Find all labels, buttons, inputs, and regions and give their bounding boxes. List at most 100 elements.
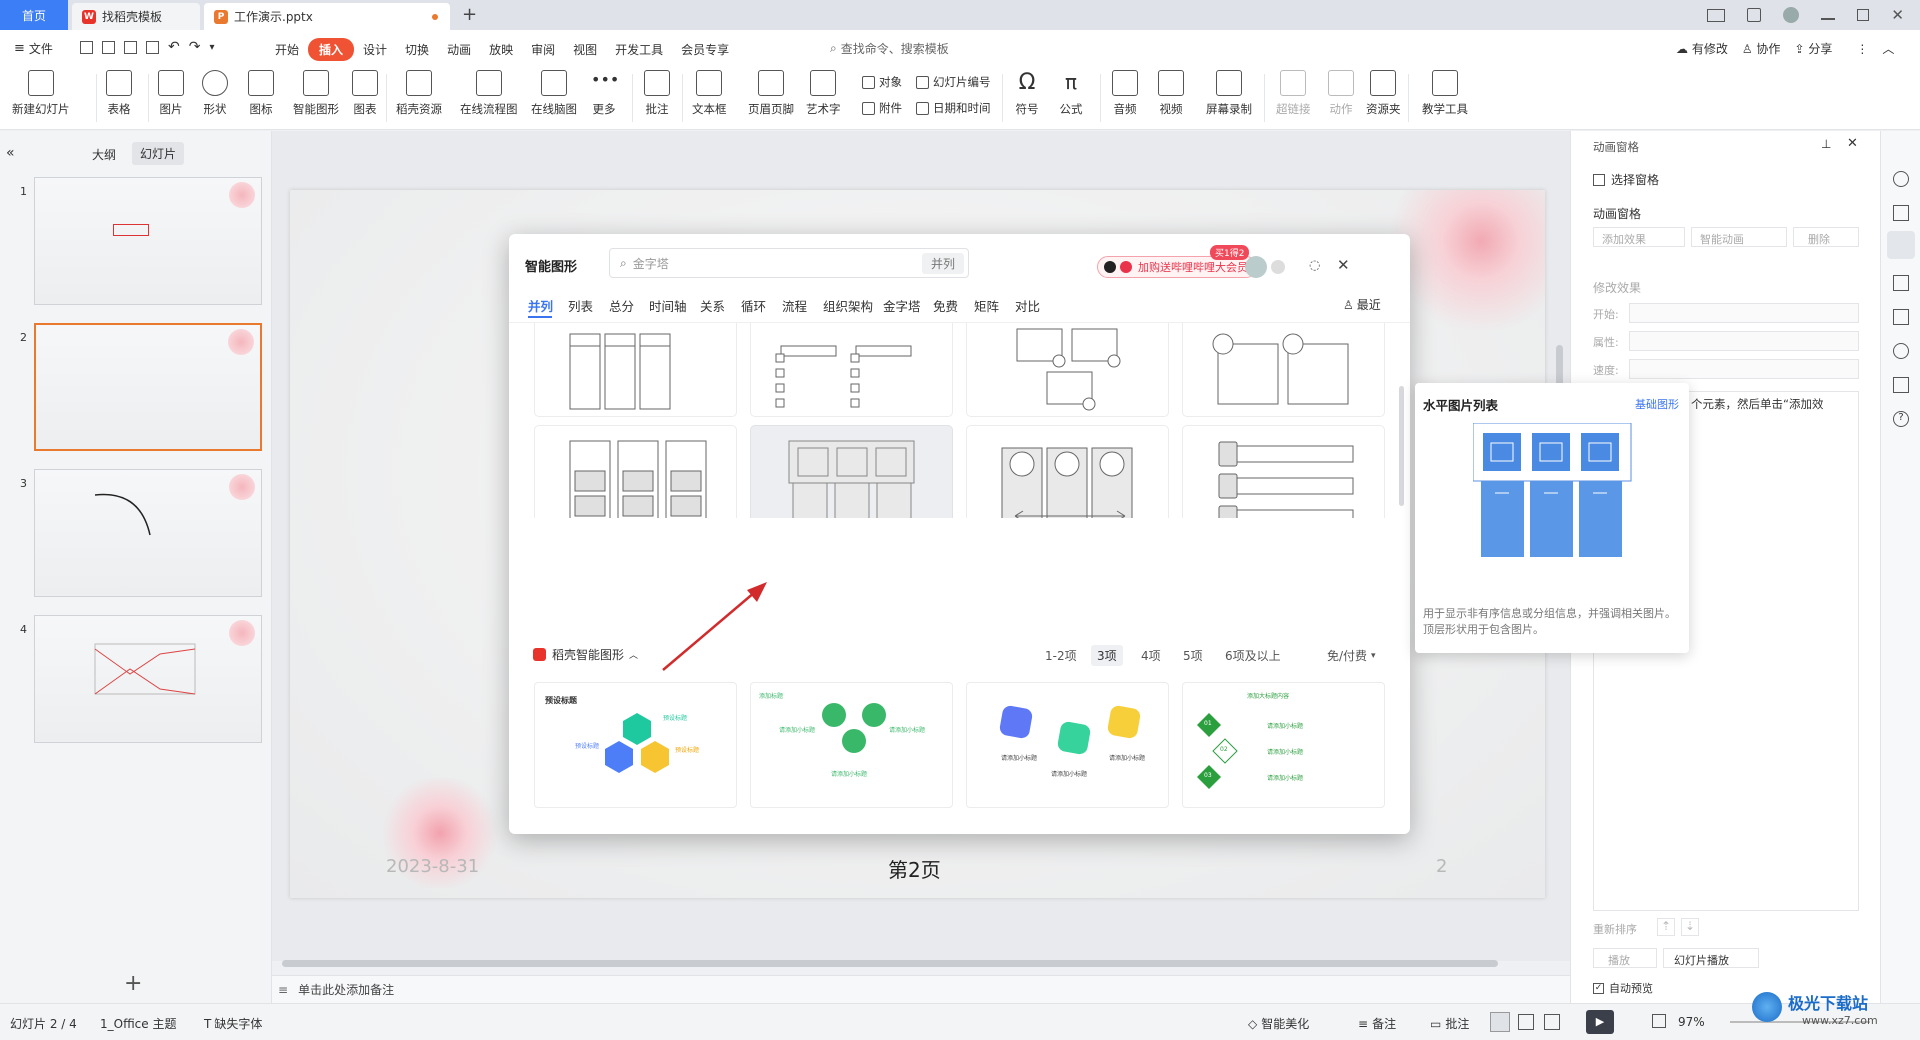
docer-template-card[interactable]: 添加标题 请添加小标题 请添加小标题 请添加小标题 <box>750 682 953 808</box>
modified-button[interactable]: ☁ 有修改 <box>1676 40 1728 57</box>
wordart-button[interactable]: 艺术字 <box>806 70 841 117</box>
menu-item-insert[interactable]: 插入 <box>308 38 355 61</box>
restore-icon[interactable] <box>1857 9 1870 21</box>
slide-thumbnail-2[interactable] <box>34 323 262 451</box>
chart-button[interactable]: 图表 <box>352 70 378 117</box>
more-options-icon[interactable]: ⋮ <box>1856 42 1868 56</box>
apps-grid-icon[interactable] <box>1747 8 1762 22</box>
category-pyramid[interactable]: 金字塔 <box>883 296 921 315</box>
more-button[interactable]: ••• 更多 <box>591 70 619 117</box>
animation-tool-icon[interactable] <box>1887 231 1915 259</box>
category-matrix[interactable]: 矩阵 <box>974 296 999 315</box>
symbol-button[interactable]: Ω 符号 <box>1014 70 1040 117</box>
reading-view-icon[interactable] <box>1544 1014 1560 1030</box>
design-icon[interactable] <box>1893 171 1909 187</box>
category-list[interactable]: 列表 <box>568 296 593 315</box>
speed-select[interactable] <box>1629 359 1859 379</box>
play-slideshow-icon[interactable]: ▶ <box>1586 1010 1614 1034</box>
graphic-template-card[interactable] <box>534 425 737 518</box>
menu-item-design[interactable]: 设计 <box>354 41 396 58</box>
transition-icon[interactable] <box>1893 275 1909 291</box>
menu-item-transition[interactable]: 切换 <box>396 41 438 58</box>
location-icon[interactable] <box>1893 343 1909 359</box>
object-button[interactable]: 对象 <box>862 74 902 90</box>
menu-item-review[interactable]: 审阅 <box>522 41 564 58</box>
mindmap-button[interactable]: 在线脑图 <box>531 70 577 117</box>
count-filter-6plus[interactable]: 6项及以上 <box>1225 647 1281 664</box>
user-avatar[interactable] <box>1783 7 1800 23</box>
pane-header[interactable]: 动画窗格 <box>1593 139 1639 155</box>
ai-icon[interactable] <box>1893 309 1909 325</box>
undo-icon[interactable]: ↶ <box>168 39 180 55</box>
comment-toggle[interactable]: ▭ 批注 <box>1430 1015 1469 1032</box>
theme-name[interactable]: 1_Office 主题 <box>100 1015 176 1032</box>
smart-animation-button[interactable]: 智能动画 <box>1691 227 1787 247</box>
docer-template-card[interactable]: 请添加小标题 请添加小标题 请添加小标题 <box>966 682 1169 808</box>
customize-chevron-icon[interactable]: ▾ <box>209 42 214 53</box>
tab-template[interactable]: W 找稻壳模板 <box>72 3 200 30</box>
play-button[interactable]: 播放 <box>1593 948 1657 968</box>
flowchart-button[interactable]: 在线流程图 <box>460 70 518 117</box>
graphic-template-card[interactable] <box>750 323 953 417</box>
close-pane-icon[interactable]: ✕ <box>1847 136 1858 151</box>
count-filter-4[interactable]: 4项 <box>1141 647 1161 664</box>
docer-section-header[interactable]: 稻壳智能图形 ︿ <box>533 646 638 663</box>
graphic-search-input[interactable]: ⌕ 金字塔 并列 <box>609 248 969 278</box>
horizontal-scrollbar[interactable] <box>282 960 1498 967</box>
attach-button[interactable]: 附件 <box>862 100 902 116</box>
menu-item-member[interactable]: 会员专享 <box>672 41 738 58</box>
new-slide-button[interactable]: 新建幻灯片 <box>12 70 70 117</box>
audio-button[interactable]: 音频 <box>1112 70 1138 117</box>
category-process[interactable]: 流程 <box>782 296 807 315</box>
count-filter-3[interactable]: 3项 <box>1091 645 1123 666</box>
category-hierarchy[interactable]: 总分 <box>609 296 634 315</box>
menu-item-developer[interactable]: 开发工具 <box>606 41 672 58</box>
category-timeline[interactable]: 时间轴 <box>649 296 687 315</box>
category-cycle[interactable]: 循环 <box>741 296 766 315</box>
auto-preview-checkbox[interactable]: ✓ 自动预览 <box>1593 980 1653 996</box>
graphic-template-card-hovered[interactable] <box>750 425 953 518</box>
export-pdf-icon[interactable] <box>102 40 115 54</box>
preview-icon[interactable] <box>146 40 159 54</box>
normal-view-icon[interactable] <box>1490 1012 1510 1032</box>
print-icon[interactable] <box>124 40 137 54</box>
slide-thumbnail-3[interactable] <box>34 469 262 597</box>
docer-template-card[interactable]: 预设标题 预设标题 预设标题 预设标题 <box>534 682 737 808</box>
beautify-button[interactable]: ◇ 智能美化 <box>1248 1015 1309 1032</box>
graphic-template-card[interactable] <box>966 425 1169 518</box>
add-slide-button[interactable]: + <box>124 971 142 996</box>
share-button[interactable]: ⇪ 分享 <box>1794 40 1832 57</box>
missing-font-button[interactable]: T 缺失字体 <box>204 1015 262 1032</box>
category-compare[interactable]: 对比 <box>1015 296 1040 315</box>
move-down-icon[interactable]: ⇣ <box>1681 918 1699 936</box>
category-parallel[interactable]: 并列 <box>528 296 553 315</box>
grid-scrollbar[interactable] <box>1399 386 1404 506</box>
graphic-template-card[interactable] <box>966 323 1169 417</box>
category-relation[interactable]: 关系 <box>700 296 725 315</box>
collapse-panel-icon[interactable]: « <box>6 145 15 161</box>
slide-thumbnail-4[interactable] <box>34 615 262 743</box>
header-footer-button[interactable]: 页眉页脚 <box>748 70 794 117</box>
menu-item-start[interactable]: 开始 <box>266 41 308 58</box>
category-free[interactable]: 免费 <box>933 296 958 315</box>
teaching-tools-button[interactable]: 教学工具 <box>1422 70 1468 117</box>
collab-button[interactable]: ♙ 协作 <box>1742 40 1781 57</box>
file-menu[interactable]: ≡ 文件 <box>14 40 53 57</box>
tab-slides[interactable]: 幻灯片 <box>132 142 185 165</box>
menu-item-view[interactable]: 视图 <box>564 41 606 58</box>
graphic-template-card[interactable] <box>1182 323 1385 417</box>
command-search[interactable]: ⌕ 查找命令、搜索模板 <box>830 40 949 57</box>
move-up-icon[interactable]: ⇡ <box>1657 918 1675 936</box>
tooltip-basic-link[interactable]: 基础图形 <box>1635 396 1679 412</box>
start-select[interactable] <box>1629 303 1859 323</box>
close-dialog-icon[interactable]: ✕ <box>1337 256 1350 274</box>
zoom-level[interactable]: 97% <box>1678 1015 1705 1029</box>
help-icon[interactable]: ? <box>1893 411 1909 427</box>
fit-window-icon[interactable] <box>1652 1014 1666 1028</box>
graphic-template-card[interactable] <box>1182 425 1385 518</box>
collapse-ribbon-icon[interactable]: ︿ <box>1882 40 1894 57</box>
hyperlink-button[interactable]: 超链接 <box>1276 70 1311 117</box>
textbox-button[interactable]: 文本框 <box>692 70 727 117</box>
book-icon[interactable] <box>1893 377 1909 393</box>
notes-toggle[interactable]: ≡ 备注 <box>1358 1015 1396 1032</box>
